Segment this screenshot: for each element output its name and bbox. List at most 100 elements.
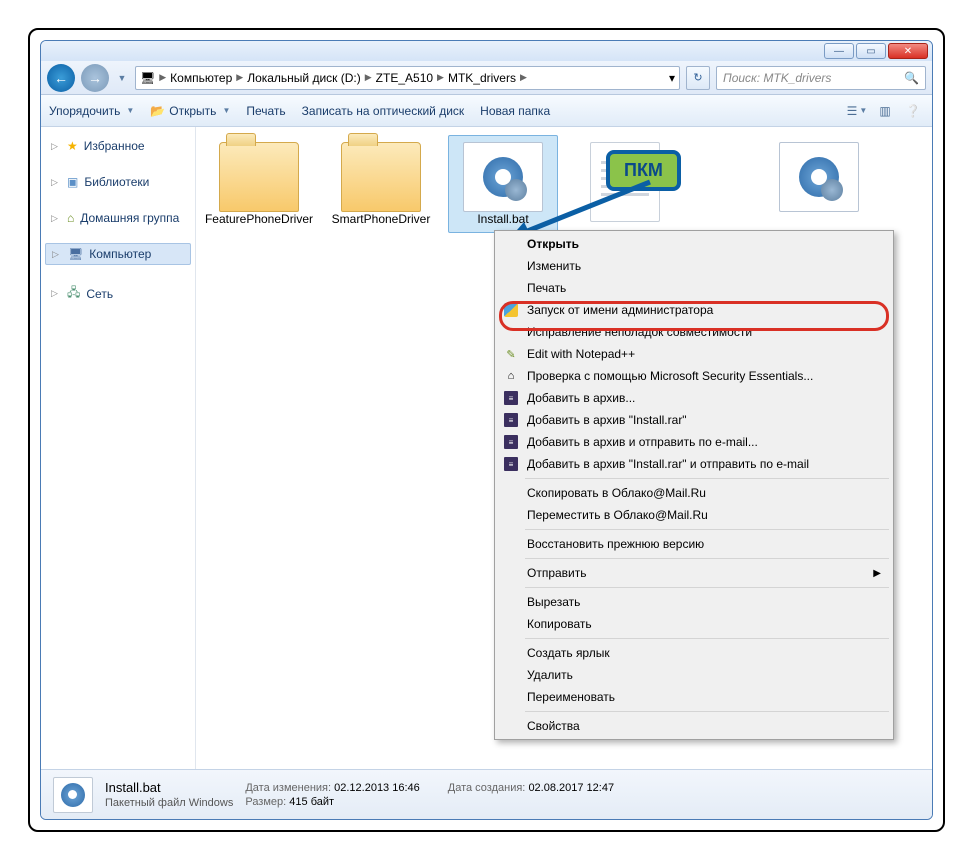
ctx-cut[interactable]: Вырезать (497, 591, 891, 613)
ctx-properties[interactable]: Свойства (497, 715, 891, 737)
file-label: FeaturePhoneDriver (205, 212, 313, 226)
ctx-cloud-move[interactable]: Переместить в Облако@Mail.Ru (497, 504, 891, 526)
close-button[interactable]: ✕ (888, 43, 928, 59)
created-label: Дата создания: (448, 782, 526, 794)
navigation-bar: ← → ▼ 🖥 ▶ Компьютер ▶ Локальный диск (D:… (41, 61, 932, 95)
size-label: Размер: (245, 796, 286, 808)
ctx-delete[interactable]: Удалить (497, 664, 891, 686)
nav-history-dropdown[interactable]: ▼ (115, 65, 129, 91)
batch-file-icon (779, 142, 859, 212)
chevron-down-icon: ▼ (126, 106, 134, 115)
organize-menu[interactable]: Упорядочить ▼ (49, 104, 134, 118)
ctx-archive-email[interactable]: ≡Добавить в архив и отправить по e-mail.… (497, 431, 891, 453)
ctx-add-archive-named[interactable]: ≡Добавить в архив "Install.rar" (497, 409, 891, 431)
search-input[interactable]: Поиск: MTK_drivers 🔍 (716, 66, 926, 90)
ctx-add-archive[interactable]: ≡Добавить в архив... (497, 387, 891, 409)
toolbar: Упорядочить ▼ 📂 Открыть ▼ Печать Записат… (41, 95, 932, 127)
computer-icon: 🖥 (140, 71, 155, 85)
size-value: 415 байт (289, 796, 334, 808)
new-folder-button[interactable]: Новая папка (480, 104, 550, 118)
navigation-pane: ▷ ★ Избранное ▷ ▣ Библиотеки ▷⌂Домашняя груп… (41, 127, 196, 769)
ctx-print[interactable]: Печать (497, 277, 891, 299)
ctx-copy[interactable]: Копировать (497, 613, 891, 635)
network-icon: 🖧 (67, 283, 80, 304)
burn-button[interactable]: Записать на оптический диск (302, 104, 465, 118)
expand-icon: ▷ (51, 213, 61, 224)
sidebar-computer[interactable]: ▷🖥Компьютер (45, 243, 191, 265)
sidebar-homegroup[interactable]: ▷⌂Домашняя группа (41, 207, 195, 229)
winrar-icon: ≡ (503, 412, 519, 428)
modified-label: Дата изменения: (245, 782, 331, 794)
open-button[interactable]: 📂 Открыть ▼ (150, 104, 230, 118)
separator (525, 711, 889, 712)
sidebar-favorites[interactable]: ▷ ★ Избранное (41, 135, 195, 157)
open-icon: 📂 (150, 104, 165, 118)
separator (525, 558, 889, 559)
ctx-archive-named-email[interactable]: ≡Добавить в архив "Install.rar" и отправ… (497, 453, 891, 475)
refresh-button[interactable]: ↻ (686, 66, 710, 90)
chevron-right-icon: ▶ (236, 72, 243, 83)
sidebar-label: Домашняя группа (80, 211, 179, 225)
open-label: Открыть (169, 104, 216, 118)
ctx-label: Edit with Notepad++ (527, 347, 635, 361)
folder-icon (341, 142, 421, 212)
file-item-bat2[interactable] (764, 135, 874, 233)
ctx-edit[interactable]: Изменить (497, 255, 891, 277)
chevron-right-icon: ▶ (520, 72, 527, 83)
preview-pane-button[interactable]: ▥ (874, 101, 896, 121)
view-button[interactable]: ☰▼ (846, 101, 868, 121)
sidebar-label: Библиотеки (84, 175, 149, 189)
libraries-icon: ▣ (67, 175, 78, 189)
separator (525, 529, 889, 530)
modified-value: 02.12.2013 16:46 (334, 782, 420, 794)
chevron-down-icon: ▼ (859, 106, 867, 115)
breadcrumb-item[interactable]: ZTE_A510 (376, 71, 433, 85)
ctx-send-to[interactable]: Отправить▶ (497, 562, 891, 584)
minimize-button[interactable]: — (824, 43, 854, 59)
ctx-restore-previous[interactable]: Восстановить прежнюю версию (497, 533, 891, 555)
expand-icon: ▷ (51, 177, 61, 188)
ctx-open[interactable]: Открыть (497, 233, 891, 255)
help-button[interactable]: ❔ (902, 101, 924, 121)
folder-item-smartphone[interactable]: SmartPhoneDriver (326, 135, 436, 233)
address-bar[interactable]: 🖥 ▶ Компьютер ▶ Локальный диск (D:) ▶ ZT… (135, 66, 680, 90)
context-menu: Открыть Изменить Печать Запуск от имени … (494, 230, 894, 740)
chevron-right-icon: ▶ (437, 72, 444, 83)
chevron-right-icon: ▶ (159, 72, 166, 83)
separator (525, 638, 889, 639)
address-dropdown-icon[interactable]: ▾ (669, 71, 675, 85)
ctx-rename[interactable]: Переименовать (497, 686, 891, 708)
sidebar-network[interactable]: ▷🖧Сеть (41, 279, 195, 308)
file-label: SmartPhoneDriver (332, 212, 431, 226)
ctx-label: Проверка с помощью Microsoft Security Es… (527, 369, 813, 383)
submenu-arrow-icon: ▶ (873, 568, 881, 579)
breadcrumb-item[interactable]: MTK_drivers (448, 71, 516, 85)
forward-button[interactable]: → (81, 64, 109, 92)
chevron-right-icon: ▶ (365, 72, 372, 83)
breadcrumb-item[interactable]: Локальный диск (D:) (247, 71, 361, 85)
maximize-button[interactable]: ▭ (856, 43, 886, 59)
breadcrumb-item[interactable]: Компьютер (170, 71, 232, 85)
star-icon: ★ (67, 139, 78, 153)
ctx-create-shortcut[interactable]: Создать ярлык (497, 642, 891, 664)
sidebar-label: Избранное (84, 139, 145, 153)
expand-icon: ▷ (51, 141, 61, 152)
print-button[interactable]: Печать (246, 104, 285, 118)
ctx-label: Добавить в архив и отправить по e-mail..… (527, 435, 758, 449)
separator (525, 587, 889, 588)
ctx-label: Добавить в архив... (527, 391, 635, 405)
shield-icon (503, 302, 519, 318)
ctx-notepadpp[interactable]: ✎Edit with Notepad++ (497, 343, 891, 365)
ctx-cloud-copy[interactable]: Скопировать в Облако@Mail.Ru (497, 482, 891, 504)
mse-icon: ⌂ (503, 368, 519, 384)
folder-icon (219, 142, 299, 212)
screenshot-frame: — ▭ ✕ ← → ▼ 🖥 ▶ Компьютер ▶ Локальный ди… (28, 28, 945, 832)
folder-item-featurephone[interactable]: FeaturePhoneDriver (204, 135, 314, 233)
ctx-run-as-admin[interactable]: Запуск от имени администратора (497, 299, 891, 321)
back-button[interactable]: ← (47, 64, 75, 92)
ctx-mse-scan[interactable]: ⌂ Проверка с помощью Microsoft Security E… (497, 365, 891, 387)
titlebar: — ▭ ✕ (41, 41, 932, 61)
sidebar-libraries[interactable]: ▷ ▣ Библиотеки (41, 171, 195, 193)
ctx-compat-troubleshoot[interactable]: Исправление неполадок совместимости (497, 321, 891, 343)
separator (525, 478, 889, 479)
